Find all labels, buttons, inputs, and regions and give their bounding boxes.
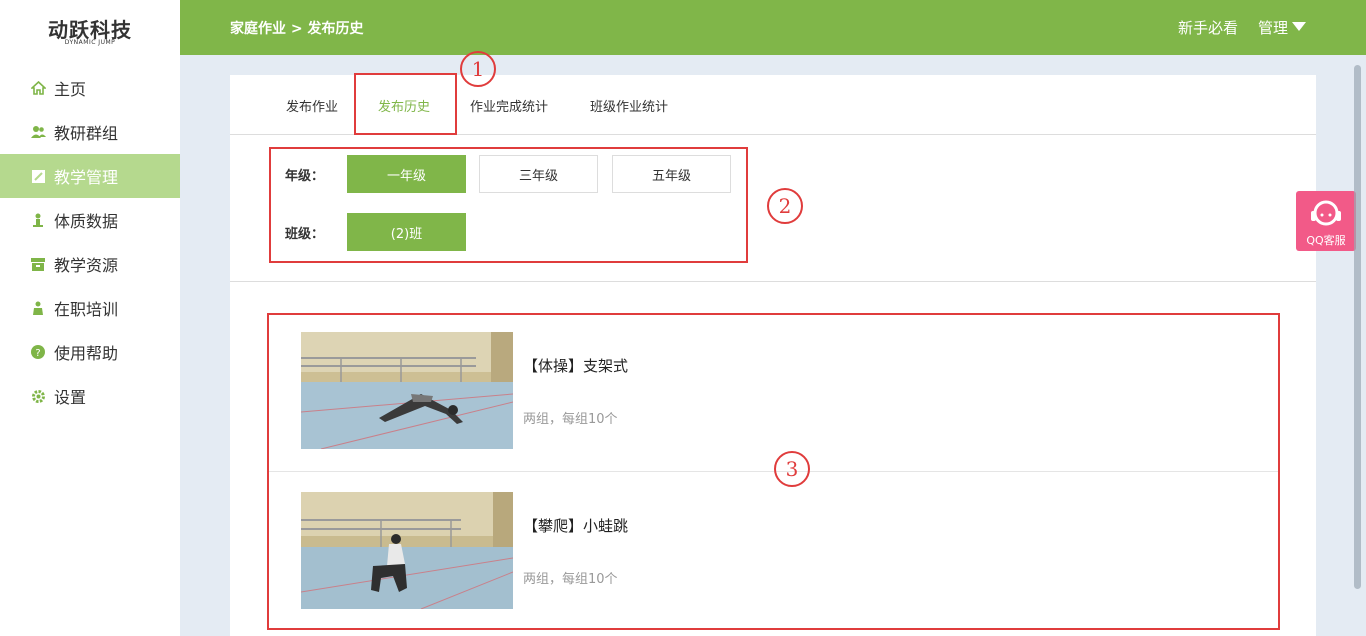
- sidebar-item-fitness-data[interactable]: 体质数据: [0, 198, 180, 242]
- sidebar-item-settings[interactable]: 设置: [0, 374, 180, 418]
- gear-icon: [30, 388, 46, 404]
- logo[interactable]: 动跃科技 DYNAMIC JUMP: [0, 0, 180, 55]
- page-scrollbar[interactable]: [1354, 65, 1361, 589]
- sidebar-item-label: 教学管理: [54, 168, 119, 187]
- list-item[interactable]: 【体操】支架式 两组，每组10个: [268, 313, 1278, 471]
- class-label: 班级：: [285, 227, 325, 242]
- sidebar-item-label: 体质数据: [54, 212, 119, 231]
- svg-text:?: ?: [35, 348, 40, 359]
- tab-completion-stats[interactable]: 作业完成统计: [470, 96, 548, 115]
- grade-option-1[interactable]: 一年级: [347, 155, 466, 193]
- help-icon: ?: [30, 344, 46, 360]
- sidebar-item-help[interactable]: ? 使用帮助: [0, 330, 180, 374]
- grade-option-5[interactable]: 五年级: [612, 155, 731, 193]
- sidebar-item-training[interactable]: 在职培训: [0, 286, 180, 330]
- sidebar-nav: 主页 教研群组 教学管理 体质数据 教学资源 在职培训 ? 使用帮助 设置: [0, 66, 180, 418]
- sidebar-item-home[interactable]: 主页: [0, 66, 180, 110]
- sidebar-item-research-groups[interactable]: 教研群组: [0, 110, 180, 154]
- grade-label: 年级：: [285, 169, 325, 184]
- users-icon: [30, 124, 46, 140]
- list-item[interactable]: 【攀爬】小蛙跳 两组，每组10个: [268, 471, 1278, 629]
- book-icon: [30, 168, 46, 184]
- annotation-marker-1: 1: [460, 51, 496, 87]
- sidebar-item-teaching-management[interactable]: 教学管理: [0, 154, 180, 198]
- header-actions: 新手必看 管理: [1178, 17, 1306, 38]
- logo-subtext: DYNAMIC JUMP: [64, 39, 116, 46]
- exercise-thumbnail[interactable]: [301, 492, 513, 609]
- person-icon: [30, 212, 46, 228]
- exercise-title: 【攀爬】小蛙跳: [523, 517, 629, 535]
- guide-link[interactable]: 新手必看: [1178, 17, 1238, 38]
- tab-bar: 发布作业 发布历史 作业完成统计 班级作业统计: [230, 75, 1316, 135]
- grade-option-3[interactable]: 三年级: [479, 155, 598, 193]
- trainer-icon: [30, 300, 46, 316]
- tab-publish-history[interactable]: 发布历史: [378, 96, 430, 115]
- top-header: 家庭作业 > 发布历史 新手必看 管理: [180, 0, 1366, 55]
- sidebar-item-label: 教学资源: [54, 256, 119, 275]
- manage-menu-label: 管理: [1257, 19, 1288, 37]
- homework-list: 【体操】支架式 两组，每组10个 【攀爬】小蛙跳 两组，每组10个: [268, 313, 1278, 629]
- annotation-marker-2: 2: [767, 188, 803, 224]
- exercise-description: 两组，每组10个: [523, 412, 618, 427]
- qq-service-label: QQ客服: [1306, 234, 1346, 247]
- exercise-title: 【体操】支架式: [523, 357, 629, 375]
- sidebar-item-label: 教研群组: [54, 124, 119, 143]
- home-icon: [30, 80, 46, 96]
- exercise-description: 两组，每组10个: [523, 572, 618, 587]
- main-card: 发布作业 发布历史 作业完成统计 班级作业统计 年级： 一年级 三年级 五年级 …: [230, 75, 1316, 636]
- box-icon: [30, 256, 46, 272]
- sidebar-item-label: 在职培训: [54, 300, 119, 319]
- class-option-2[interactable]: (2)班: [347, 213, 466, 251]
- tab-class-stats[interactable]: 班级作业统计: [590, 96, 668, 115]
- sidebar-item-label: 使用帮助: [54, 344, 119, 363]
- manage-menu[interactable]: 管理: [1258, 17, 1306, 38]
- tab-publish-homework[interactable]: 发布作业: [286, 96, 338, 115]
- sidebar-item-label: 主页: [54, 80, 87, 99]
- exercise-thumbnail[interactable]: [301, 332, 513, 449]
- headset-icon: [1311, 200, 1341, 226]
- caret-down-icon: [1292, 22, 1306, 31]
- sidebar-item-label: 设置: [54, 388, 87, 407]
- sidebar: 动跃科技 DYNAMIC JUMP 主页 教研群组 教学管理 体质数据 教学资源…: [0, 0, 180, 636]
- breadcrumb: 家庭作业 > 发布历史: [230, 21, 364, 37]
- qq-service-button[interactable]: QQ客服: [1296, 191, 1356, 251]
- annotation-marker-3: 3: [774, 451, 810, 487]
- sidebar-item-teaching-resources[interactable]: 教学资源: [0, 242, 180, 286]
